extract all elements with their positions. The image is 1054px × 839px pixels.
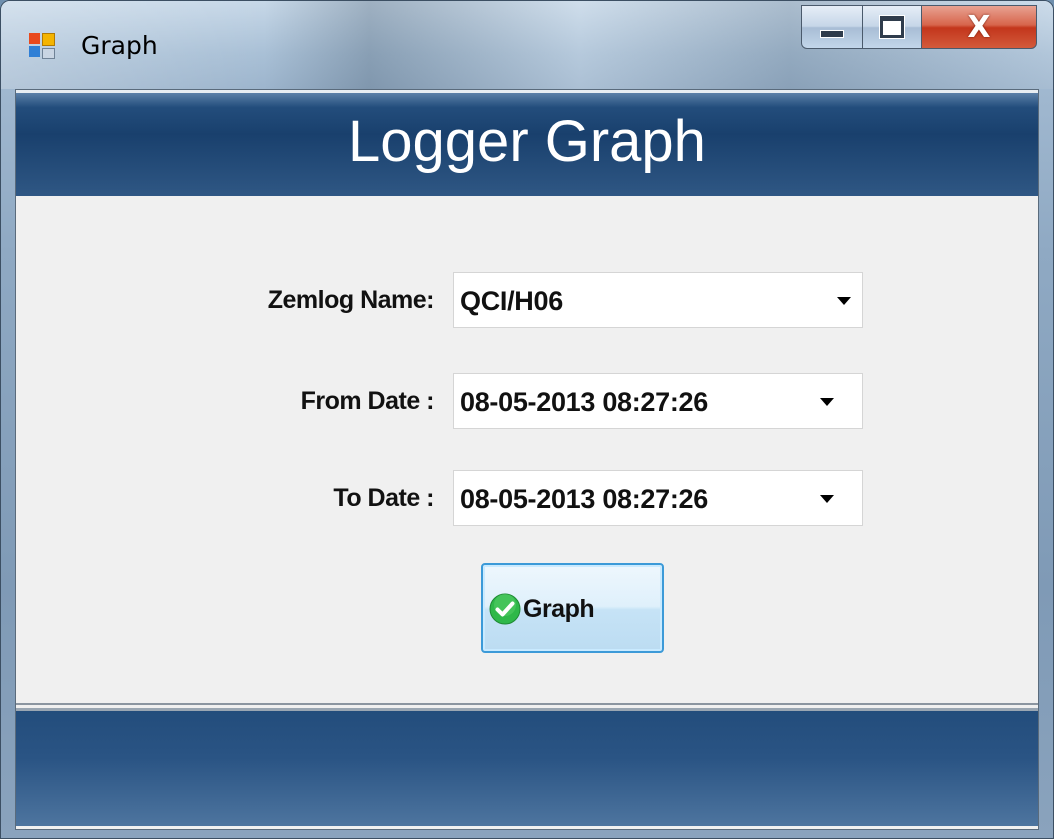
maximize-icon (880, 16, 904, 38)
zemlog-value: QCI/H06 (460, 286, 563, 316)
header-band: Logger Graph (16, 90, 1038, 196)
zemlog-row: Zemlog Name: QCI/H06 (16, 272, 1040, 328)
client-area: Logger Graph Zemlog Name: QCI/H06 From D… (15, 89, 1039, 830)
from-date-value: 08-05-2013 08:27:26 (460, 387, 708, 417)
footer-band (16, 708, 1038, 829)
to-date-picker[interactable]: 08-05-2013 08:27:26 (453, 470, 863, 526)
to-date-label: To Date : (333, 484, 434, 512)
from-date-label: From Date : (300, 387, 435, 415)
zemlog-select[interactable]: QCI/H06 (453, 272, 863, 328)
from-date-row: From Date : 08-05-2013 08:27:26 (16, 373, 1040, 429)
calendar-dropdown-icon[interactable] (820, 398, 834, 406)
app-icon[interactable] (29, 33, 57, 61)
close-button[interactable]: X (921, 5, 1037, 49)
page-title: Logger Graph (348, 109, 706, 174)
to-date-row: To Date : 08-05-2013 08:27:26 (16, 470, 1040, 526)
graph-button[interactable]: Graph (481, 563, 664, 653)
title-bar[interactable]: Graph X (1, 1, 1053, 89)
from-date-picker[interactable]: 08-05-2013 08:27:26 (453, 373, 863, 429)
chevron-down-icon[interactable] (837, 297, 851, 305)
footer-divider (16, 703, 1038, 705)
window-title: Graph (81, 31, 158, 60)
close-icon: X (967, 9, 991, 45)
zemlog-label: Zemlog Name: (267, 286, 435, 314)
check-circle-icon (489, 593, 521, 625)
calendar-dropdown-icon[interactable] (820, 495, 834, 503)
minimize-button[interactable] (801, 5, 863, 49)
minimize-icon (820, 30, 844, 38)
graph-button-label: Graph (523, 595, 595, 623)
maximize-button[interactable] (862, 5, 922, 49)
to-date-value: 08-05-2013 08:27:26 (460, 484, 708, 514)
graph-window: Graph X Logger Graph Zemlog Name: QCI/H0… (0, 0, 1054, 839)
